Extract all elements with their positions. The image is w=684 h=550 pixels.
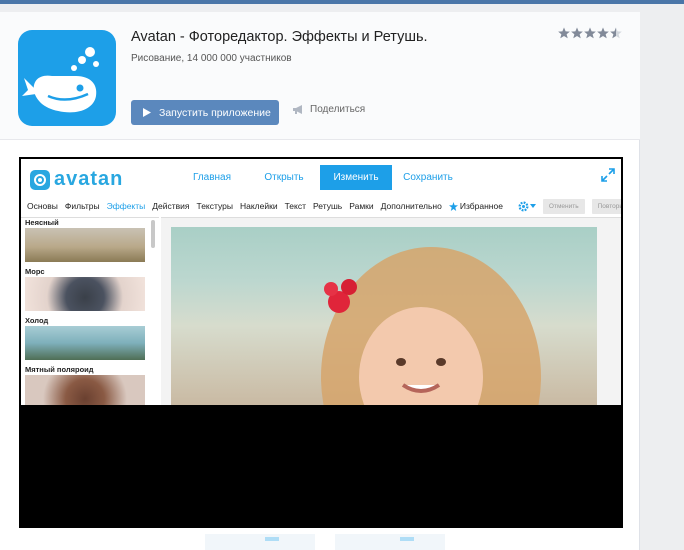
star-icon	[571, 27, 583, 39]
effects-scrollbar[interactable]	[151, 220, 155, 248]
camera-icon	[30, 169, 50, 190]
tool-text[interactable]: Текст	[285, 201, 306, 211]
tool-filters[interactable]: Фильтры	[65, 201, 100, 211]
app-page-card: Avatan - Фоторедактор. Эффекты и Ретушь.…	[0, 12, 640, 550]
tool-retouch[interactable]: Ретушь	[313, 201, 342, 211]
star-icon	[610, 27, 622, 39]
whale-icon	[22, 47, 99, 113]
star-icon	[558, 27, 570, 39]
effect-label: Мятный поляроид	[25, 365, 94, 374]
screenshot-thumbnails[interactable]	[205, 534, 455, 550]
expand-icon[interactable]	[601, 168, 615, 182]
launch-app-button[interactable]: Запустить приложение	[131, 100, 279, 125]
effect-label: Холод	[25, 316, 49, 325]
top-bar	[0, 0, 684, 4]
app-icon[interactable]	[18, 30, 116, 126]
photo-image	[321, 247, 541, 405]
effect-label: Неясный	[25, 218, 59, 227]
effect-thumbnail	[25, 375, 145, 405]
app-subtitle: Рисование, 14 000 000 участников	[131, 53, 292, 64]
share-label: Поделиться	[310, 104, 366, 115]
nav-save[interactable]: Сохранить	[392, 165, 464, 190]
gear-icon	[518, 201, 529, 211]
tool-basics[interactable]: Основы	[27, 201, 58, 211]
chevron-down-icon	[529, 204, 536, 208]
launch-app-label: Запустить приложение	[159, 106, 271, 119]
undo-button[interactable]: Отменить	[542, 198, 585, 214]
rating-stars	[558, 27, 622, 41]
effect-thumbnail	[25, 277, 145, 311]
effect-thumbnail	[25, 228, 145, 262]
effect-thumbnail	[25, 326, 145, 360]
tool-frames[interactable]: Рамки	[349, 201, 373, 211]
tool-extra[interactable]: Дополнительно	[381, 201, 442, 211]
star-icon	[584, 27, 596, 39]
favorites-button[interactable]: Избранное	[448, 201, 503, 211]
effect-item[interactable]: Морс	[25, 267, 145, 311]
effect-label: Морс	[25, 267, 45, 276]
app-header: Avatan - Фоторедактор. Эффекты и Ретушь.…	[0, 12, 640, 140]
favorites-label: Избранное	[459, 201, 503, 211]
editor-nav: Главная Открыть Изменить Сохранить	[176, 165, 464, 190]
avatan-logo[interactable]: avatan	[30, 168, 123, 191]
nav-home[interactable]: Главная	[176, 165, 248, 190]
tool-textures[interactable]: Текстуры	[196, 201, 233, 211]
app-frame: avatan Главная Открыть Изменить Сохранит…	[19, 157, 623, 528]
photo-canvas[interactable]	[161, 217, 621, 405]
settings-dropdown[interactable]	[518, 201, 536, 212]
effect-item[interactable]: Холод	[25, 316, 145, 360]
share-button[interactable]: Поделиться	[292, 104, 365, 115]
effects-panel: Неясный Морс Холод Мятный поляроид	[21, 217, 159, 405]
editor-area: avatan Главная Открыть Изменить Сохранит…	[21, 159, 621, 405]
tool-stickers[interactable]: Наклейки	[240, 201, 278, 211]
effect-item[interactable]: Неясный	[25, 218, 145, 262]
redo-button[interactable]: Повторить	[591, 198, 621, 214]
play-icon	[143, 108, 151, 117]
nav-edit[interactable]: Изменить	[320, 165, 392, 190]
logo-text: avatan	[54, 168, 124, 190]
edited-photo	[171, 227, 597, 405]
nav-open[interactable]: Открыть	[248, 165, 320, 190]
effect-item[interactable]: Мятный поляроид	[25, 365, 145, 405]
megaphone-icon	[293, 105, 302, 114]
tool-actions[interactable]: Действия	[152, 201, 189, 211]
tool-tabs: Основы Фильтры Эффекты Действия Текстуры…	[21, 197, 621, 215]
app-title[interactable]: Avatan - Фоторедактор. Эффекты и Ретушь.	[131, 29, 428, 45]
star-icon	[597, 27, 609, 39]
tool-effects[interactable]: Эффекты	[107, 201, 146, 211]
favorites-icon	[448, 201, 458, 211]
